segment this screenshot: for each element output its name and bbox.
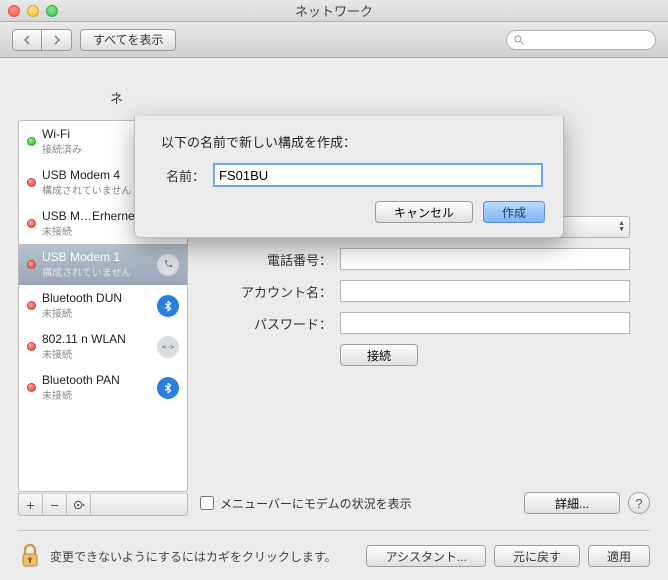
select-arrows-icon: ▲▼: [618, 221, 625, 233]
status-dot: [27, 383, 36, 392]
menubar-status-label: メニューバーにモデムの状況を表示: [220, 495, 412, 512]
back-button[interactable]: [12, 29, 42, 51]
status-dot: [27, 137, 36, 146]
sheet-create-button[interactable]: 作成: [483, 201, 545, 223]
status-dot: [27, 342, 36, 351]
assistant-button[interactable]: アシスタント...: [366, 545, 486, 567]
sidebar-item-name: USB Modem 1: [42, 250, 151, 264]
sheet-name-label: 名前：: [153, 166, 213, 185]
menubar-status-checkbox[interactable]: メニューバーにモデムの状況を表示: [200, 495, 412, 512]
sidebar-item-text: USB Modem 1構成されていません: [42, 250, 151, 279]
lock-icon: [18, 542, 42, 570]
window-title: ネットワーク: [295, 1, 373, 20]
status-dot: [27, 301, 36, 310]
sidebar-item-802-11-n-wlan[interactable]: 802.11 n WLAN未接続 <··>: [19, 326, 187, 367]
sidebar-item-usb-modem-1[interactable]: USB Modem 1構成されていません: [19, 244, 187, 285]
add-service-button[interactable]: +: [19, 494, 43, 515]
menubar-status-checkbox-input[interactable]: [200, 496, 214, 510]
toolbar: すべてを表示: [0, 22, 668, 58]
sidebar-item-status: 未接続: [42, 305, 151, 320]
account-row: アカウント名：: [200, 280, 650, 302]
lower-row: メニューバーにモデムの状況を表示 詳細... ?: [200, 492, 650, 514]
password-row: パスワード：: [200, 312, 650, 334]
status-dot: [27, 219, 36, 228]
service-list-footer: + −: [18, 493, 188, 516]
svg-text:<··>: <··>: [162, 344, 174, 351]
ethernet-icon: <··>: [157, 336, 179, 358]
nav-segment: [12, 29, 72, 51]
sidebar-item-status: 未接続: [42, 387, 151, 402]
forward-button[interactable]: [42, 29, 72, 51]
minimize-window-button[interactable]: [27, 5, 39, 17]
gear-icon: [72, 498, 86, 512]
service-action-menu[interactable]: [67, 494, 91, 515]
status-dot: [27, 178, 36, 187]
sidebar-item-bluetooth-pan[interactable]: Bluetooth PAN未接続: [19, 367, 187, 408]
chevron-left-icon: [22, 35, 32, 45]
sheet-name-row: 名前：: [153, 163, 545, 187]
traffic-lights: [8, 5, 58, 17]
bluetooth-icon: [157, 377, 179, 399]
close-window-button[interactable]: [8, 5, 20, 17]
lock-area[interactable]: 変更できないようにするにはカギをクリックします。: [18, 542, 337, 570]
remove-service-button[interactable]: −: [43, 494, 67, 515]
divider: [18, 530, 650, 531]
title-bar: ネットワーク: [0, 0, 668, 22]
phone-row: 電話番号：: [200, 248, 650, 270]
sheet-cancel-button[interactable]: キャンセル: [375, 201, 473, 223]
sidebar-item-name: 802.11 n WLAN: [42, 332, 151, 346]
sidebar-item-name: Bluetooth DUN: [42, 291, 151, 305]
search-icon: [513, 34, 525, 46]
account-input[interactable]: [340, 280, 630, 302]
show-all-button[interactable]: すべてを表示: [80, 29, 176, 51]
details-button[interactable]: 詳細...: [524, 492, 620, 514]
apply-button[interactable]: 適用: [588, 545, 650, 567]
chevron-right-icon: [52, 35, 62, 45]
sheet-button-row: キャンセル 作成: [153, 201, 545, 223]
sidebar-item-status: 未接続: [42, 346, 151, 361]
sidebar-item-status: 構成されていません: [42, 264, 151, 279]
sheet-name-input[interactable]: [213, 163, 543, 187]
password-input[interactable]: [340, 312, 630, 334]
phone-label: 電話番号：: [200, 250, 340, 269]
phone-input[interactable]: [340, 248, 630, 270]
lock-text: 変更できないようにするにはカギをクリックします。: [50, 548, 337, 565]
connect-button[interactable]: 接続: [340, 344, 418, 366]
account-label: アカウント名：: [200, 282, 340, 301]
sidebar-item-bluetooth-dun[interactable]: Bluetooth DUN未接続: [19, 285, 187, 326]
sidebar-item-name: Bluetooth PAN: [42, 373, 151, 387]
sheet-prompt: 以下の名前で新しい構成を作成：: [161, 132, 545, 151]
connect-row: 接続: [200, 344, 650, 366]
help-button[interactable]: ?: [628, 492, 650, 514]
bluetooth-icon: [157, 295, 179, 317]
content-area: ネ Wi-Fi接続済みUSB Modem 4構成されていませんUSB M…Erh…: [0, 58, 668, 88]
location-label: ネ: [110, 88, 123, 107]
phone-icon: [157, 254, 179, 276]
revert-button[interactable]: 元に戻す: [494, 545, 580, 567]
search-field[interactable]: [506, 30, 656, 50]
zoom-window-button[interactable]: [46, 5, 58, 17]
status-dot: [27, 260, 36, 269]
sidebar-item-text: Bluetooth DUN未接続: [42, 291, 151, 320]
sidebar-item-text: Bluetooth PAN未接続: [42, 373, 151, 402]
password-label: パスワード：: [200, 314, 340, 333]
new-config-sheet: 以下の名前で新しい構成を作成： 名前： キャンセル 作成: [134, 116, 564, 238]
bottom-bar: 変更できないようにするにはカギをクリックします。 アシスタント... 元に戻す …: [18, 542, 650, 570]
sidebar-item-text: 802.11 n WLAN未接続: [42, 332, 151, 361]
